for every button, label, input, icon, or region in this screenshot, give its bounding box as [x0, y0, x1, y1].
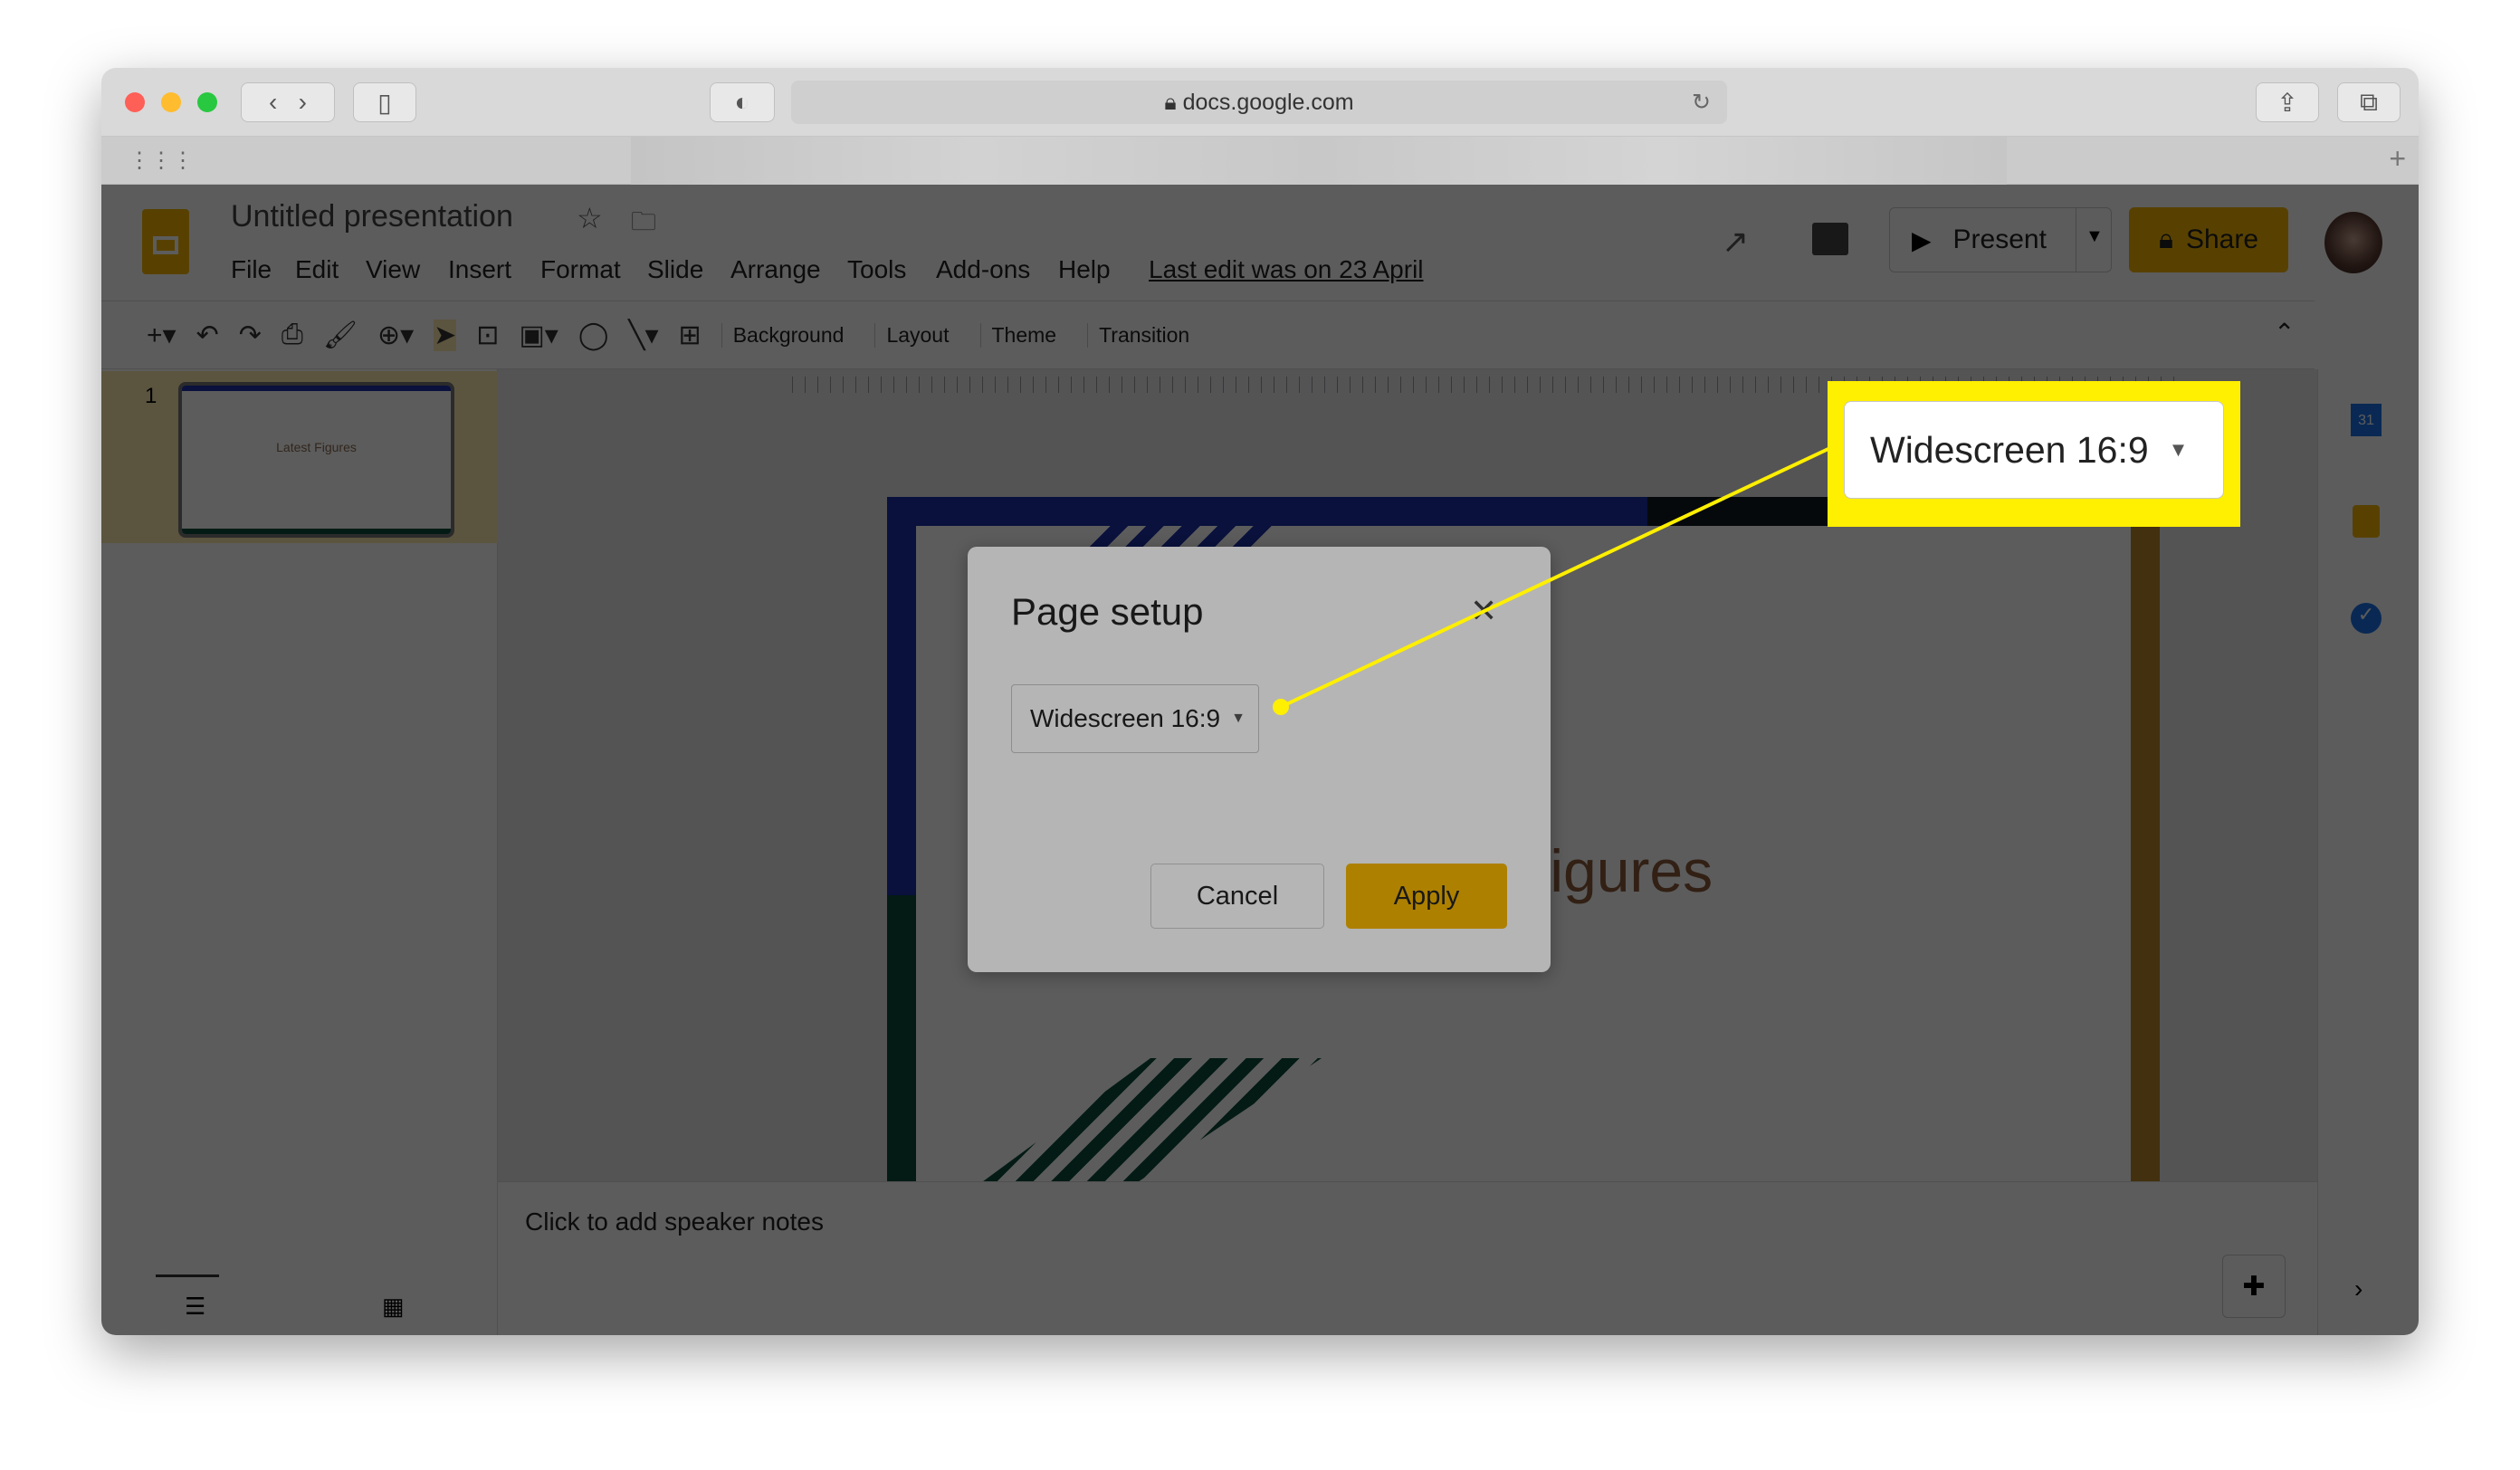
text-box-icon[interactable]: ⊡	[476, 320, 499, 351]
new-slide-icon[interactable]: +▾	[147, 320, 177, 351]
reload-icon[interactable]: ↻	[1692, 89, 1711, 116]
grid-view-icon[interactable]: ▦	[382, 1293, 405, 1321]
redo-icon[interactable]: ↷	[239, 320, 262, 351]
minimize-window-button[interactable]	[161, 92, 181, 112]
page-size-value: Widescreen 16:9	[1030, 704, 1221, 732]
tabs-overview-icon[interactable]: ⧉	[2337, 82, 2401, 122]
dialog-title: Page setup	[1011, 590, 1204, 633]
new-tab-icon[interactable]: +	[2389, 142, 2406, 176]
menu-addons[interactable]: Add-ons	[936, 255, 1030, 284]
filmstrip-view-tab[interactable]	[156, 1274, 219, 1277]
blurred-tabs	[631, 137, 2007, 185]
page-size-select[interactable]: Widescreen 16:9 ▼	[1011, 684, 1259, 753]
menu-arrange[interactable]: Arrange	[730, 255, 821, 284]
present-button[interactable]: ▶︎ Present ▼	[1889, 207, 2112, 272]
share-label: Share	[2185, 224, 2259, 254]
callout-page-size-select: Widescreen 16:9 ▼	[1844, 401, 2224, 499]
explore-icon: ✚	[2242, 1271, 2266, 1302]
apply-button[interactable]: Apply	[1346, 864, 1507, 929]
tab-bar: ⋮⋮⋮ +	[101, 137, 2419, 185]
explore-button[interactable]: ✚	[2222, 1255, 2286, 1318]
back-icon[interactable]: ‹	[269, 88, 277, 117]
slides-logo-icon[interactable]	[142, 209, 189, 274]
slide-thumbnail[interactable]: Latest Figures	[178, 382, 454, 538]
image-icon[interactable]: ▣▾	[519, 320, 558, 351]
theme-button[interactable]: Theme	[979, 322, 1068, 348]
collapse-chevron-icon[interactable]: ⌃	[2274, 318, 2295, 348]
forward-icon[interactable]: ›	[299, 88, 307, 117]
address-bar[interactable]: 🔒︎ docs.google.com ↻	[791, 81, 1727, 124]
close-icon[interactable]: ✕	[1470, 592, 1497, 630]
toolbar: +▾ ↶ ↷ ⎙ 🖌︎ ⊕▾ ➤ ⊡ ▣▾ ◯ ╲▾ ⊞ Background …	[101, 301, 2315, 369]
privacy-icon[interactable]: ◐	[710, 82, 775, 122]
move-folder-icon[interactable]: 🗀︎	[631, 203, 656, 246]
add-comment-icon[interactable]: ⊞	[679, 320, 702, 351]
dropdown-arrow-icon: ▼	[1231, 711, 1246, 726]
menu-help[interactable]: Help	[1058, 255, 1111, 284]
url-text: docs.google.com	[1182, 89, 1354, 115]
present-dropdown-icon[interactable]: ▼	[2076, 208, 2104, 272]
keep-icon[interactable]	[2353, 505, 2380, 538]
undo-icon[interactable]: ↶	[196, 320, 219, 351]
paint-format-icon[interactable]: 🖌︎	[323, 320, 358, 351]
app-header: Untitled presentation ☆ 🗀︎ File Edit Vie…	[101, 185, 2419, 301]
filmstrip: 1 Latest Figures ☰ ▦	[101, 369, 498, 1335]
menu-file[interactable]: File	[231, 255, 272, 284]
sidebar-toggle-icon[interactable]: ▯	[353, 82, 416, 122]
speaker-notes[interactable]: Click to add speaker notes ✚	[498, 1181, 2317, 1335]
expand-panel-icon[interactable]: ›	[2354, 1274, 2362, 1303]
zoom-callout: Widescreen 16:9 ▼	[1828, 381, 2240, 527]
activity-trend-icon[interactable]: ↗	[1722, 223, 1749, 261]
apps-grid-icon[interactable]: ⋮⋮⋮	[129, 148, 194, 174]
cancel-button[interactable]: Cancel	[1150, 864, 1324, 929]
dropdown-arrow-icon: ▼	[2168, 438, 2189, 461]
list-view-icon[interactable]: ☰	[185, 1293, 205, 1321]
comments-icon[interactable]	[1812, 223, 1848, 255]
thumbnail-title: Latest Figures	[276, 440, 357, 454]
menu-view[interactable]: View	[366, 255, 420, 284]
menu-edit[interactable]: Edit	[295, 255, 339, 284]
menu-format[interactable]: Format	[540, 255, 621, 284]
share-icon[interactable]: ⇪	[2256, 82, 2319, 122]
share-button[interactable]: 🔒︎ Share	[2129, 207, 2288, 272]
user-avatar[interactable]	[2324, 212, 2382, 273]
background-button[interactable]: Background	[721, 322, 855, 348]
slide-number: 1	[145, 384, 158, 408]
speaker-notes-placeholder[interactable]: Click to add speaker notes	[525, 1208, 824, 1236]
page-setup-dialog: Page setup ✕ Widescreen 16:9 ▼ Cancel App…	[968, 547, 1551, 972]
zoom-icon[interactable]: ⊕▾	[377, 320, 414, 351]
calendar-icon[interactable]: 31	[2351, 404, 2382, 436]
zoom-window-button[interactable]	[197, 92, 217, 112]
menu-tools[interactable]: Tools	[847, 255, 906, 284]
callout-page-size-value: Widescreen 16:9	[1870, 428, 2149, 471]
browser-titlebar: ‹ › ▯ ◐ 🔒︎ docs.google.com ↻ ⇪ ⧉	[101, 68, 2419, 137]
select-cursor-icon[interactable]: ➤	[434, 319, 457, 351]
print-icon[interactable]: ⎙	[282, 320, 303, 350]
document-title[interactable]: Untitled presentation	[231, 199, 513, 234]
slide-thumbnail-selected[interactable]: 1 Latest Figures	[101, 371, 498, 543]
lock-icon: 🔒︎	[1164, 89, 1183, 115]
line-icon[interactable]: ╲▾	[628, 320, 658, 351]
tasks-icon[interactable]: ✓	[2351, 603, 2382, 634]
star-icon[interactable]: ☆	[577, 201, 603, 235]
shape-icon[interactable]: ◯	[578, 320, 609, 351]
transition-button[interactable]: Transition	[1087, 322, 1200, 348]
side-panel: 31 ✓ ›	[2317, 369, 2419, 1335]
lock-icon: 🔒︎	[2158, 224, 2173, 254]
back-forward-buttons[interactable]: ‹ ›	[241, 82, 335, 122]
last-edit-link[interactable]: Last edit was on 23 April	[1149, 255, 1424, 284]
close-window-button[interactable]	[125, 92, 145, 112]
menu-insert[interactable]: Insert	[448, 255, 511, 284]
layout-button[interactable]: Layout	[874, 322, 959, 348]
menu-slide[interactable]: Slide	[647, 255, 703, 284]
present-label: Present	[1952, 224, 2047, 254]
present-icon: ▶︎	[1912, 225, 1932, 254]
